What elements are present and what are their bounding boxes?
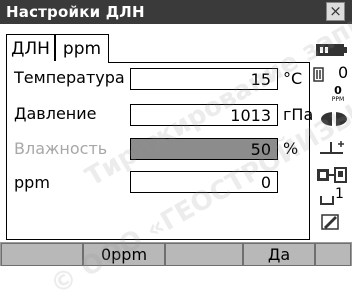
page-icon	[320, 196, 334, 205]
softkey-yes[interactable]: Да	[243, 243, 315, 266]
softkey-f5[interactable]	[315, 243, 351, 266]
temperature-value: 15	[250, 70, 271, 89]
pencil-icon	[321, 214, 339, 230]
pressure-field[interactable]: 1013	[130, 104, 278, 126]
page-number: 1	[335, 186, 344, 202]
close-icon: ×	[329, 2, 342, 20]
prism-icon	[313, 67, 324, 82]
temperature-unit: °C	[283, 69, 303, 88]
softkey-f3[interactable]	[165, 243, 243, 266]
close-button[interactable]: ×	[326, 2, 345, 21]
ppm-label: ppm	[14, 173, 50, 192]
humidity-label: Влажность	[14, 139, 108, 158]
battery-icon	[316, 44, 347, 56]
temperature-label: Температура	[14, 68, 125, 87]
title-bar: Настройки ДЛН ×	[0, 0, 352, 24]
humidity-field: 50	[130, 138, 278, 160]
ppm-value: 0	[260, 173, 271, 192]
tab-dln-label: ДЛН	[11, 39, 50, 59]
status-sidebar: 0 0 PPM 1	[311, 24, 352, 242]
pressure-value: 1013	[230, 106, 271, 125]
tab-dln[interactable]: ДЛН	[6, 34, 55, 62]
softkey-yes-label: Да	[267, 245, 291, 264]
active-tab-connector	[7, 61, 108, 63]
prism-constant-value: 0	[338, 63, 349, 82]
window-title: Настройки ДЛН	[6, 3, 145, 21]
target-icon	[321, 112, 347, 126]
softkey-zero-ppm-label: 0ppm	[100, 245, 148, 264]
ppm-field[interactable]: 0	[130, 171, 278, 193]
ppm-status-value: 0	[334, 84, 342, 97]
tab-ppm[interactable]: ppm	[55, 34, 109, 62]
softkey-zero-ppm[interactable]: 0ppm	[83, 243, 165, 266]
pressure-unit: гПа	[283, 105, 314, 124]
softkey-f1[interactable]	[1, 243, 83, 266]
record-mode-icon	[317, 167, 347, 183]
humidity-unit: %	[283, 139, 299, 158]
tab-ppm-label: ppm	[62, 39, 102, 59]
tilt-icon	[320, 141, 344, 154]
humidity-value: 50	[250, 140, 271, 159]
pressure-label: Давление	[14, 104, 97, 123]
ppm-icon: 0 PPM	[325, 84, 351, 104]
temperature-field[interactable]: 15	[130, 68, 278, 90]
ppm-status-label: PPM	[331, 96, 345, 103]
